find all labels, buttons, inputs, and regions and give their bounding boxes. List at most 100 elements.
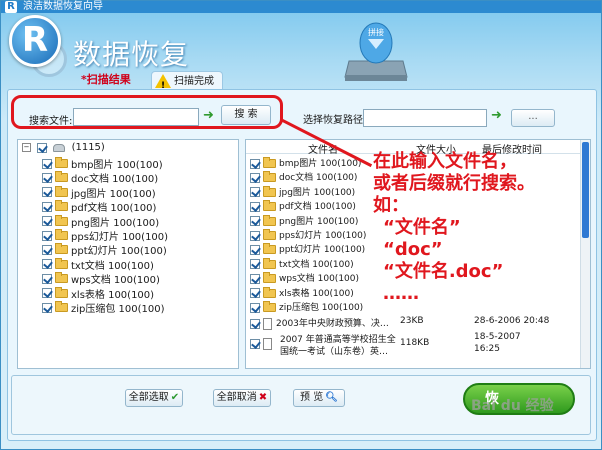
tree-item-label: xls表格 100(100): [71, 289, 155, 301]
tree-item-label: zip压缩包 100(100): [71, 304, 165, 315]
collapse-icon[interactable]: −: [22, 143, 31, 152]
tab-bar: *扫描结果 ! 扫描完成: [71, 69, 271, 91]
list-item-checkbox[interactable]: [250, 302, 260, 313]
tree-item[interactable]: zip压缩包 100(100): [42, 300, 165, 315]
tree-item-checkbox[interactable]: [42, 187, 52, 198]
annotation-line: 如：: [373, 195, 409, 216]
tree-item-checkbox[interactable]: [42, 216, 52, 227]
deselect-all-label: 全部取消: [216, 392, 257, 403]
tree-item-label: ppt幻灯片 100(100): [71, 246, 167, 258]
tree-root-label: (1115): [71, 142, 105, 153]
list-item-checkbox[interactable]: [250, 201, 260, 212]
app-title: 数据恢复: [73, 38, 190, 71]
tree-item[interactable]: pdf文档 100(100): [42, 199, 156, 214]
tree-item[interactable]: pps幻灯片 100(100): [42, 228, 168, 243]
tree-item-label: bmp图片 100(100): [71, 160, 163, 171]
deselect-all-button[interactable]: 全部取消 ✖: [213, 389, 271, 407]
list-item-checkbox[interactable]: [250, 244, 260, 255]
folder-icon: [263, 301, 276, 312]
list-item-checkbox[interactable]: [250, 172, 260, 183]
tab-scan-complete-label: 扫描完成: [174, 76, 214, 87]
tree-item[interactable]: png图片 100(100): [42, 214, 160, 229]
file-checkbox[interactable]: [250, 339, 260, 350]
list-item-checkbox[interactable]: [250, 273, 260, 284]
app-logo: R: [9, 15, 61, 67]
folder-icon: [55, 171, 68, 183]
select-all-label: 全部选取: [128, 392, 169, 403]
list-item-checkbox[interactable]: [250, 216, 260, 227]
select-all-button[interactable]: 全部选取 ✔: [125, 389, 183, 407]
tree-item-label: png图片 100(100): [71, 217, 160, 229]
preview-button[interactable]: 预 览 🔍︎: [293, 389, 345, 407]
list-item-checkbox[interactable]: [250, 259, 260, 270]
list-item-name: jpg图片 100(100): [279, 187, 356, 198]
tree-item-checkbox[interactable]: [42, 230, 52, 241]
list-item-checkbox[interactable]: [250, 288, 260, 299]
restore-arrow-icon[interactable]: ➜: [491, 109, 505, 123]
tree-item-checkbox[interactable]: [42, 288, 52, 299]
app-window: R 浪洁数据恢复向导 R 数据恢复 拼接 *扫描结果 ! 扫描完成 搜索文件: …: [0, 0, 602, 450]
tree-item-label: txt文档 100(100): [71, 260, 154, 272]
document-icon: [263, 317, 272, 330]
tree-root-checkbox[interactable]: [37, 142, 48, 153]
file-checkbox[interactable]: [250, 318, 260, 329]
tree-item-checkbox[interactable]: [42, 244, 52, 255]
browse-button[interactable]: ...: [511, 109, 555, 127]
folder-icon: [55, 272, 68, 284]
file-name: 2003年中央财政预算、决…: [276, 319, 389, 330]
folder-icon: [263, 157, 276, 168]
annotation-line: ……: [383, 283, 419, 304]
folder-icon: [55, 214, 68, 226]
list-item-checkbox[interactable]: [250, 230, 260, 241]
tree-root[interactable]: − (1115): [22, 142, 105, 156]
folder-icon: [263, 200, 276, 212]
tree-item-checkbox[interactable]: [42, 302, 52, 313]
restore-path-label: 选择恢复路径: [303, 115, 363, 126]
list-item-name: xls表格 100(100): [279, 288, 354, 299]
list-item-name: wps文档 100(100): [279, 274, 360, 285]
drive-icon: [53, 143, 66, 152]
folder-icon: [55, 157, 68, 168]
tab-scan-results[interactable]: *扫描结果: [81, 71, 131, 87]
annotation-line: 在此输入文件名，: [373, 151, 517, 172]
folder-icon: [55, 243, 68, 255]
list-item-name: zip压缩包 100(100): [279, 303, 364, 313]
preview-label: 预 览: [300, 392, 324, 403]
tree-item-checkbox[interactable]: [42, 158, 52, 169]
list-item-name: ppt幻灯片 100(100): [279, 245, 366, 256]
list-item-name: png图片 100(100): [279, 216, 359, 227]
list-item-checkbox[interactable]: [250, 158, 260, 169]
restore-path-input[interactable]: [363, 109, 487, 127]
annotation-line: “文件名.doc”: [383, 261, 504, 282]
tree-item-checkbox[interactable]: [42, 259, 52, 270]
tree-item[interactable]: bmp图片 100(100): [42, 156, 163, 171]
magnifier-icon: 🔍︎: [325, 392, 338, 403]
cross-icon: ✖: [258, 392, 268, 403]
tree-item[interactable]: xls表格 100(100): [42, 286, 155, 301]
check-icon: ✔: [170, 392, 180, 403]
search-highlight-box: [11, 95, 283, 129]
annotation-text: 在此输入文件名， 或者后缀就行搜索。 如： “文件名” “doc” “文件名.d…: [373, 151, 602, 305]
tab-scan-complete[interactable]: ! 扫描完成: [151, 71, 223, 91]
list-item-name: bmp图片 100(100): [279, 159, 362, 169]
tree-item-checkbox[interactable]: [42, 273, 52, 284]
list-item-checkbox[interactable]: [250, 187, 260, 198]
tree-item[interactable]: ppt幻灯片 100(100): [42, 242, 167, 258]
watermark: Bai du 经验: [471, 398, 554, 414]
tree-item[interactable]: txt文档 100(100): [42, 257, 154, 272]
tree-item-checkbox[interactable]: [42, 201, 52, 212]
tree-item[interactable]: jpg图片 100(100): [42, 185, 156, 200]
tree-item[interactable]: wps文档 100(100): [42, 271, 160, 286]
file-row[interactable]: 2003年中央财政预算、决… 23KB 28-6-2006 20:48: [250, 316, 580, 330]
file-modified-line2: 16:25: [474, 344, 500, 355]
file-row[interactable]: 2007 年普通高等学校招生全 国统一考试（山东卷）英… 118KB 18-5-200…: [250, 332, 580, 358]
annotation-line: “文件名”: [383, 217, 461, 238]
annotation-line: “doc”: [383, 239, 443, 260]
folder-icon: [263, 229, 276, 240]
folder-icon: [55, 200, 68, 212]
tree-item[interactable]: doc文档 100(100): [42, 170, 159, 186]
tree-item-label: doc文档 100(100): [71, 174, 159, 186]
file-size: 23KB: [400, 316, 424, 327]
tree-item-checkbox[interactable]: [42, 172, 52, 183]
list-item-name: pdf文档 100(100): [279, 202, 356, 213]
